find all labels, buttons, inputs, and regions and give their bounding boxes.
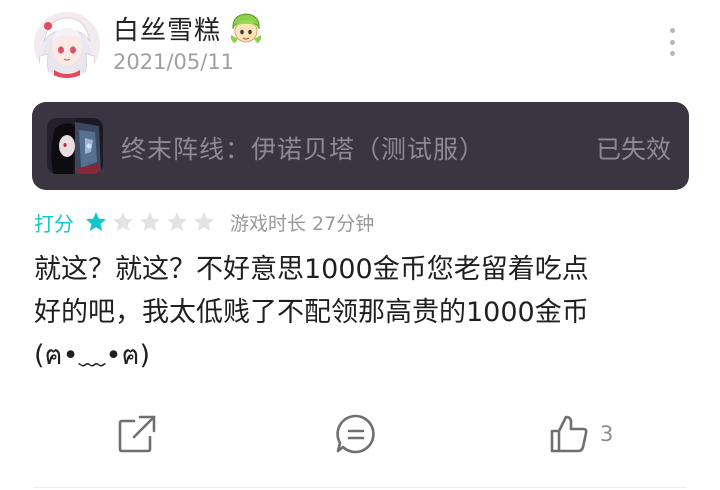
- anime-girl-avatar-icon: [34, 12, 100, 78]
- username-row: 白丝雪糕: [113, 10, 263, 46]
- green-hair-character-badge-icon: [230, 13, 262, 43]
- rating-label: 打分: [34, 211, 74, 236]
- review-line: 就这？就这？不好意思1000金币您老留着吃点: [34, 254, 589, 285]
- game-status-label: 已失效: [595, 135, 671, 164]
- like-button[interactable]: 3: [548, 412, 613, 456]
- comment-button[interactable]: [334, 412, 378, 456]
- username[interactable]: 白丝雪糕: [113, 10, 221, 47]
- rating-row: 打分 游戏时长 27分钟: [34, 208, 374, 236]
- game-title: 终末阵线：伊诺贝塔（测试服）: [121, 135, 486, 164]
- star-empty-icon: [140, 212, 160, 231]
- star-empty-icon: [167, 212, 187, 231]
- more-dot-icon: [669, 28, 675, 33]
- comment-icon: [336, 414, 375, 454]
- more-dot-icon: [669, 51, 675, 56]
- game-icon: [47, 118, 103, 174]
- share-icon: [118, 415, 156, 453]
- more-options-button[interactable]: [660, 28, 684, 56]
- review-card: 白丝雪糕 2021/05/11 终末阵线：伊诺贝塔（测试服） 已失效 打分 游戏…: [0, 0, 720, 490]
- star-empty-icon: [194, 212, 214, 231]
- review-body: 就这？就这？不好意思1000金币您老留着吃点 好的吧，我太低贱了不配领那高贵的1…: [34, 248, 694, 377]
- like-count: 3: [600, 422, 614, 446]
- star-filled-icon: [86, 212, 106, 231]
- thumbs-up-icon: [550, 415, 588, 453]
- star-empty-icon: [113, 212, 133, 231]
- game-card[interactable]: 终末阵线：伊诺贝塔（测试服） 已失效: [32, 102, 689, 190]
- divider: [34, 487, 686, 488]
- post-date: 2021/05/11: [113, 50, 235, 74]
- review-line: 好的吧，我太低贱了不配领那高贵的1000金币: [34, 297, 589, 328]
- user-avatar[interactable]: [34, 12, 100, 78]
- share-button[interactable]: [116, 412, 158, 456]
- review-line: (ฅ•﹏•ฅ): [34, 340, 151, 371]
- star-rating: [84, 210, 219, 234]
- more-dot-icon: [669, 39, 675, 45]
- game-character-icon: [47, 118, 103, 174]
- playtime-label: 游戏时长 27分钟: [230, 212, 375, 235]
